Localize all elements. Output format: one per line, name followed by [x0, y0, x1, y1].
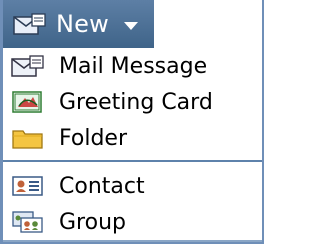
new-dropdown-menu: Mail Message Greeting Card Folder Contac… [3, 48, 262, 240]
menu-item-label: Folder [59, 125, 127, 151]
greeting-card-icon [11, 89, 45, 115]
menu-item-contact[interactable]: Contact [3, 168, 262, 204]
group-icon [11, 209, 45, 235]
chevron-down-icon[interactable] [123, 21, 138, 30]
menu-item-greeting-card[interactable]: Greeting Card [3, 84, 262, 120]
menu-bottom-border [3, 240, 262, 242]
new-mail-icon [13, 11, 47, 37]
menu-item-label: Contact [59, 173, 145, 199]
contact-icon [11, 173, 45, 199]
menu-item-label: Mail Message [59, 53, 208, 79]
folder-icon [11, 125, 45, 151]
menu-item-group[interactable]: Group [3, 204, 262, 240]
mail-message-icon [11, 53, 45, 79]
new-button[interactable]: New [3, 0, 154, 48]
menu-item-mail-message[interactable]: Mail Message [3, 48, 262, 84]
menu-item-folder[interactable]: Folder [3, 120, 262, 156]
menu-separator [3, 160, 262, 162]
menu-item-label: Greeting Card [59, 89, 213, 115]
menu-item-label: Group [59, 209, 126, 235]
new-button-label: New [56, 10, 109, 38]
